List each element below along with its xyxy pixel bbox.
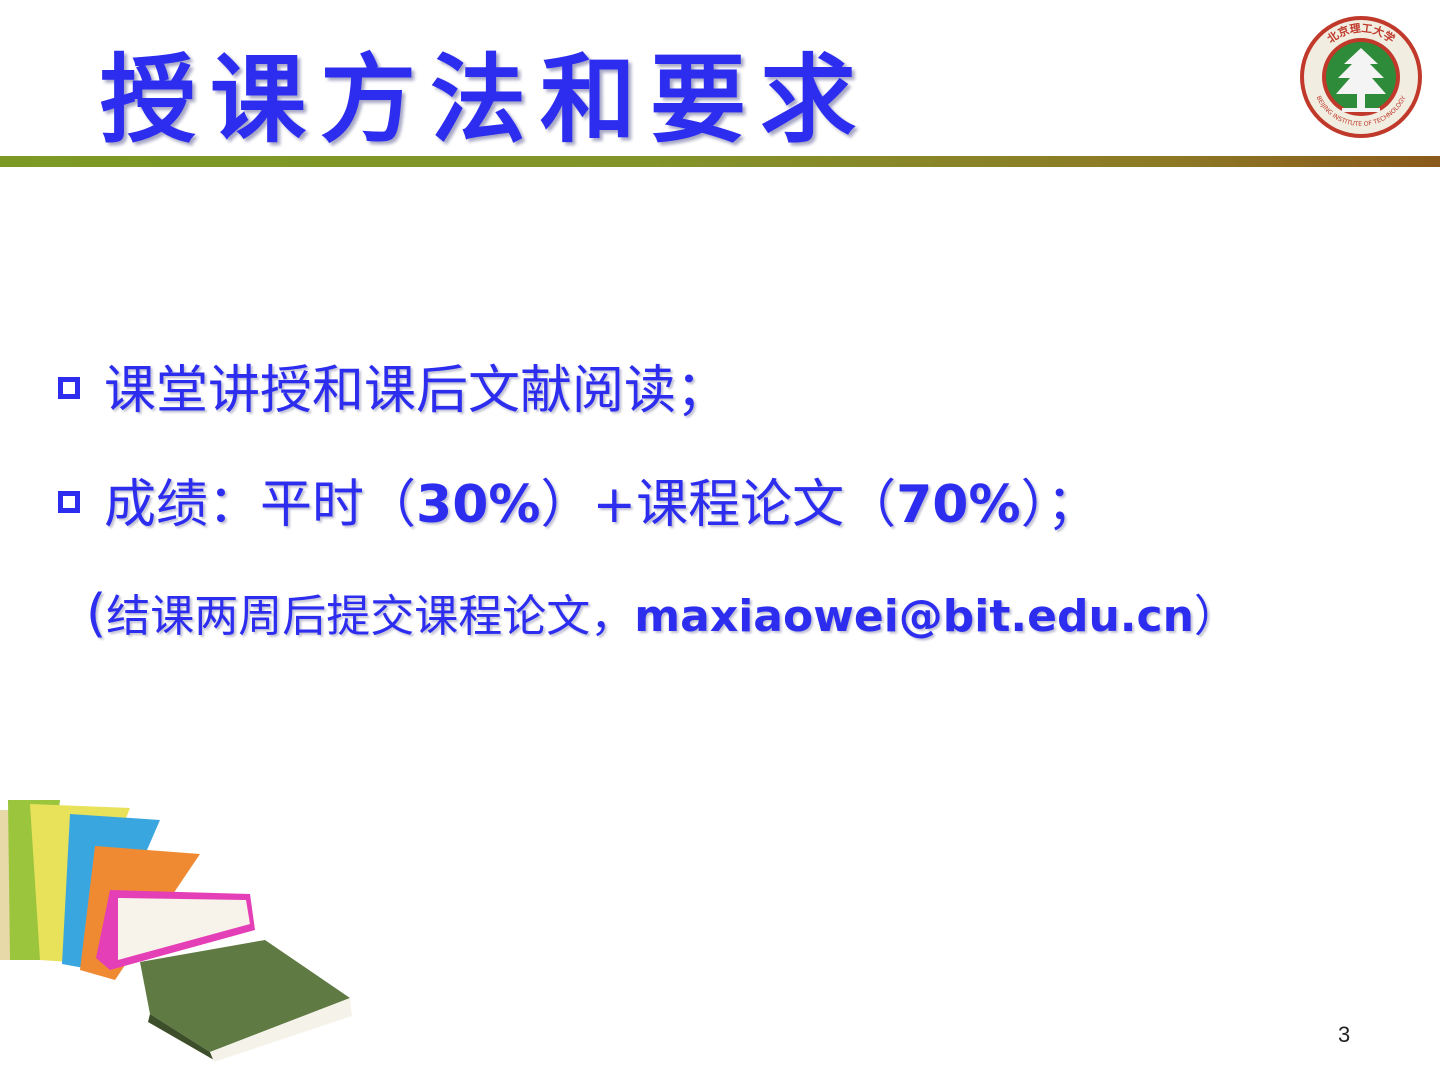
square-bullet-icon bbox=[58, 377, 80, 399]
bullet-item-grading: 成绩：平时（30%）+课程论文（70%）； bbox=[58, 462, 1099, 537]
note-paren-open: ( bbox=[86, 584, 107, 644]
university-logo: 北京理工大学 BEIJING INSTITUTE OF TECHNOLOGY bbox=[1300, 16, 1422, 138]
grading-suffix: ）； bbox=[1020, 475, 1099, 535]
note-paren-close: ） bbox=[1193, 591, 1238, 642]
bullet-text: 课堂讲授和课后文献阅读； bbox=[104, 361, 729, 421]
slide-title: 授课方法和要求 bbox=[100, 43, 870, 156]
contact-email: maxiaowei@bit.edu.cn bbox=[634, 591, 1194, 642]
grading-prefix: 成绩：平时 bbox=[104, 475, 365, 535]
note-text: 结课两周后提交课程论文， bbox=[106, 591, 635, 642]
bullet-item-teaching-method: 课堂讲授和课后文献阅读； bbox=[58, 348, 728, 423]
regular-grade-percent: 30% bbox=[416, 475, 541, 535]
grading-mid: ）+课程论文 bbox=[540, 475, 845, 535]
grading-paren-open-1: （ bbox=[364, 475, 417, 535]
stacked-books-illustration bbox=[0, 800, 352, 1062]
page-number: 3 bbox=[1338, 1022, 1351, 1047]
submission-note: (结课两周后提交课程论文，maxiaowei@bit.edu.cn） bbox=[86, 580, 1238, 644]
title-divider bbox=[0, 156, 1440, 167]
paper-grade-percent: 70% bbox=[896, 475, 1021, 535]
square-bullet-icon bbox=[58, 491, 80, 513]
grading-paren-open-2: （ bbox=[844, 475, 897, 535]
